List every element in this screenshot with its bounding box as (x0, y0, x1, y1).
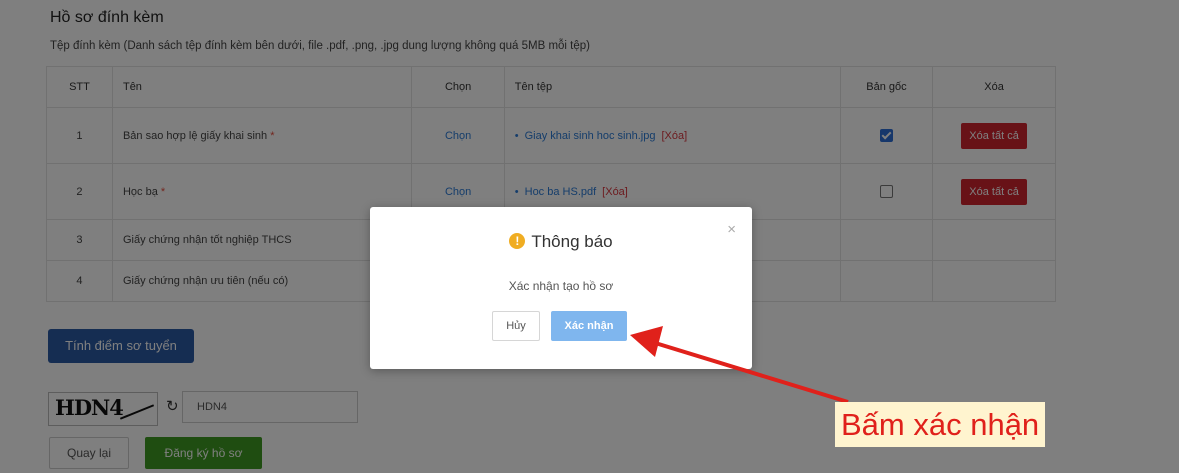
annotation-label: Bấm xác nhận (835, 402, 1046, 447)
